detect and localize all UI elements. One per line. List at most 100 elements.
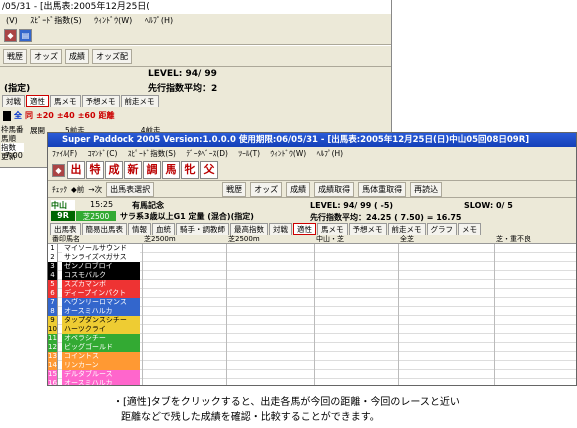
horse-name[interactable]: タップダンスシチー xyxy=(62,316,140,325)
column-divider xyxy=(142,343,143,352)
filter-same[interactable]: 同 xyxy=(25,110,33,121)
tab-horse-memo[interactable]: 馬メモ xyxy=(50,95,81,107)
horse-row[interactable]: 16 オースミハルカ xyxy=(48,379,576,385)
horse-row[interactable]: 7 ヘヴンリーロマンス xyxy=(48,298,576,307)
next-button[interactable]: →次 xyxy=(88,184,102,195)
tab-graph[interactable]: グラフ xyxy=(426,223,457,235)
horse-row[interactable]: 8 オースミハルカ xyxy=(48,307,576,316)
menu-command[interactable]: ｺﾏﾝﾄﾞ(C) xyxy=(88,149,118,158)
check-button[interactable]: ﾁｪｯｸ xyxy=(52,184,67,195)
horse-name[interactable]: スズカマンボ xyxy=(62,280,140,289)
horse-row[interactable]: 3 ゼンノロブロイ xyxy=(48,262,576,271)
column-divider xyxy=(314,379,315,385)
tab-tekisei[interactable]: 適性 xyxy=(293,223,316,235)
book-icon[interactable]: ◆ xyxy=(52,163,65,177)
column-divider xyxy=(314,280,315,289)
horse-row[interactable]: 10 ハーツクライ xyxy=(48,325,576,334)
race-select-button[interactable]: 出馬表選択 xyxy=(106,181,155,197)
horse-name[interactable]: オースミハルカ xyxy=(62,307,140,316)
btn-uma[interactable]: 馬 xyxy=(162,161,180,179)
menu-speed-index[interactable]: ｽﾋﾟｰﾄﾞ指数(S) xyxy=(128,149,176,158)
reload-button[interactable]: 再読込 xyxy=(410,181,443,197)
btn-shutsuba[interactable]: 出 xyxy=(67,161,85,179)
tab-blood[interactable]: 血統 xyxy=(152,223,175,235)
book-icon[interactable]: ◆ xyxy=(4,29,17,42)
filter-all[interactable]: 全 xyxy=(14,110,22,121)
tab-memo[interactable]: メモ xyxy=(458,223,481,235)
filter-distance[interactable]: 距離 xyxy=(99,110,115,121)
tab-taisen[interactable]: 対戦 xyxy=(2,95,25,107)
horse-row[interactable]: 13 コイントス xyxy=(48,352,576,361)
horse-row[interactable]: 11 オペラシチー xyxy=(48,334,576,343)
column-divider xyxy=(226,343,227,352)
menu-window[interactable]: ｳｨﾝﾄﾞｳ(W) xyxy=(270,149,306,158)
horse-name[interactable]: ディープインパクト xyxy=(62,289,140,298)
btn-shinba[interactable]: 新 xyxy=(124,161,142,179)
horse-name[interactable]: デルタブルース xyxy=(62,370,140,379)
horse-row[interactable]: 9 タップダンスシチー xyxy=(48,316,576,325)
results-button[interactable]: 成績 xyxy=(286,181,311,197)
tab-yoso-memo[interactable]: 予想メモ xyxy=(348,223,387,235)
results-button[interactable]: 成績 xyxy=(65,48,89,64)
tab-tekisei[interactable]: 適性 xyxy=(26,95,49,107)
horse-row[interactable]: 4 コスモバルク xyxy=(48,271,576,280)
fetch-results-button[interactable]: 成績取得 xyxy=(314,181,355,197)
menu-view[interactable]: (V) xyxy=(6,16,18,25)
odds-button[interactable]: オッズ xyxy=(30,48,62,64)
tab-zenso-memo[interactable]: 前走メモ xyxy=(120,95,159,107)
tab-simple[interactable]: 簡易出馬表 xyxy=(81,223,127,235)
history-button[interactable]: 戦歴 xyxy=(3,48,27,64)
filter-40[interactable]: ±40 xyxy=(57,111,75,120)
horse-row[interactable]: 12 ビッグゴールド xyxy=(48,343,576,352)
horse-name[interactable]: オペラシチー xyxy=(62,334,140,343)
prev-button[interactable]: ◆前 xyxy=(71,184,84,195)
btn-seiseki[interactable]: 成 xyxy=(105,161,123,179)
tab-info[interactable]: 情報 xyxy=(128,223,151,235)
menu-tools[interactable]: ﾂｰﾙ(T) xyxy=(238,149,260,158)
column-divider xyxy=(398,307,399,316)
tab-yoso-memo[interactable]: 予想メモ xyxy=(81,95,120,107)
tab-horse-memo[interactable]: 馬メモ xyxy=(317,223,348,235)
menu-help[interactable]: ﾍﾙﾌﾟ(H) xyxy=(317,149,344,158)
horse-row[interactable]: 15 デルタブルース xyxy=(48,370,576,379)
document-icon[interactable]: ▤ xyxy=(19,29,32,42)
horse-name[interactable]: コスモバルク xyxy=(62,271,140,280)
menu-file[interactable]: ﾌｧｲﾙ(F) xyxy=(52,149,77,158)
horse-name[interactable]: ヘヴンリーロマンス xyxy=(62,298,140,307)
menu-database[interactable]: ﾃﾞｰﾀﾍﾞｰｽ(D) xyxy=(186,149,228,158)
horse-name[interactable]: リンカーン xyxy=(62,361,140,370)
horse-name[interactable]: オースミハルカ xyxy=(62,379,140,385)
horse-name[interactable]: コイントス xyxy=(62,352,140,361)
tab-shutsuba[interactable]: 出馬表 xyxy=(50,223,81,235)
btn-chokyo[interactable]: 調 xyxy=(143,161,161,179)
horse-number: 11 xyxy=(48,334,58,343)
horse-row[interactable]: 1 マイソールサウンド xyxy=(48,244,576,253)
odds-dist-button[interactable]: オッズ配 xyxy=(92,48,132,64)
tab-zenso-memo[interactable]: 前走メモ xyxy=(387,223,426,235)
history-button[interactable]: 戦歴 xyxy=(222,181,247,197)
dropdown-icon[interactable] xyxy=(3,110,11,121)
filter-20[interactable]: ±20 xyxy=(36,111,54,120)
filter-60[interactable]: ±60 xyxy=(78,111,96,120)
horse-name[interactable]: ビッグゴールド xyxy=(62,343,140,352)
horse-name[interactable]: マイソールサウンド xyxy=(62,244,140,253)
horse-name[interactable]: サンライズペガサス xyxy=(62,253,140,262)
btn-chichi[interactable]: 父 xyxy=(200,161,218,179)
tab-taisen[interactable]: 対戦 xyxy=(269,223,292,235)
horse-row[interactable]: 14 リンカーン xyxy=(48,361,576,370)
btn-tokusho[interactable]: 特 xyxy=(86,161,104,179)
tab-jockey[interactable]: 騎手・調教師 xyxy=(176,223,229,235)
tab-best-index[interactable]: 最高指数 xyxy=(230,223,268,235)
menu-speed-index[interactable]: ｽﾋﾟｰﾄﾞ指数(S) xyxy=(30,16,81,25)
horse-row[interactable]: 6 ディープインパクト xyxy=(48,289,576,298)
odds-button[interactable]: オッズ xyxy=(250,181,283,197)
column-divider xyxy=(226,316,227,325)
btn-hinba[interactable]: 牝 xyxy=(181,161,199,179)
horse-row[interactable]: 2 サンライズペガサス xyxy=(48,253,576,262)
fetch-weight-button[interactable]: 馬体重取得 xyxy=(358,181,407,197)
menu-window[interactable]: ｳｨﾝﾄﾞｳ(W) xyxy=(94,16,132,25)
menu-help[interactable]: ﾍﾙﾌﾟ(H) xyxy=(145,16,173,25)
horse-row[interactable]: 5 スズカマンボ xyxy=(48,280,576,289)
horse-name[interactable]: ハーツクライ xyxy=(62,325,140,334)
horse-name[interactable]: ゼンノロブロイ xyxy=(62,262,140,271)
